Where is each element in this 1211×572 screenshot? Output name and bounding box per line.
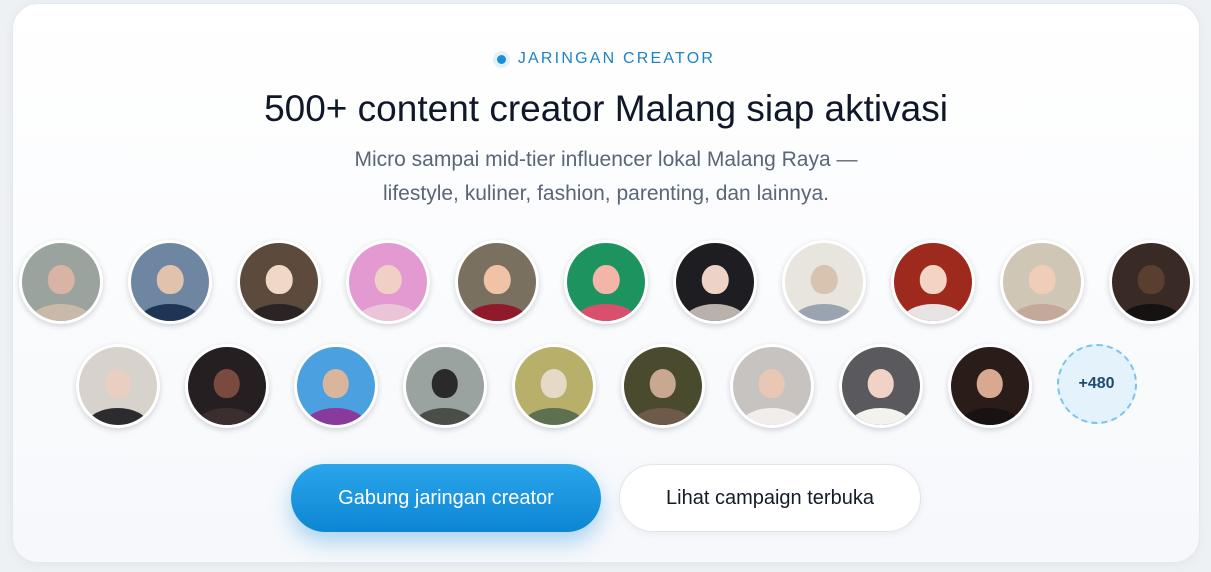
cta-group: Gabung jaringan creator Lihat campaign t…	[13, 464, 1199, 532]
creator-avatar[interactable]	[729, 344, 814, 428]
avatar-body	[684, 303, 746, 321]
subtitle-line-2: lifestyle, kuliner, fashion, parenting, …	[383, 182, 829, 205]
avatar-face	[758, 368, 785, 399]
creator-avatar[interactable]	[564, 240, 648, 324]
avatar-face	[976, 368, 1003, 399]
creator-avatar[interactable]	[838, 344, 923, 428]
avatar-body	[632, 407, 693, 425]
creator-avatar[interactable]	[237, 240, 321, 324]
creator-avatar[interactable]	[455, 240, 539, 324]
creator-avatar[interactable]	[293, 344, 378, 428]
avatar-face	[701, 264, 729, 295]
creator-avatar[interactable]	[673, 240, 757, 324]
avatar-body	[305, 407, 366, 425]
avatar-face	[322, 368, 349, 399]
creator-avatar[interactable]	[346, 240, 430, 324]
subtitle-line-1: Micro sampai mid-tier influencer lokal M…	[354, 148, 858, 171]
avatar-body	[959, 407, 1020, 425]
avatar-body	[793, 303, 855, 321]
avatar-body	[466, 303, 528, 321]
avatar-body	[902, 303, 964, 321]
creator-avatars-row-1	[13, 240, 1199, 324]
creator-avatar[interactable]	[1109, 240, 1193, 324]
avatar-body	[523, 407, 584, 425]
avatar-face	[431, 368, 458, 399]
avatar-face	[540, 368, 567, 399]
creator-avatar[interactable]	[75, 344, 160, 428]
more-creators-badge[interactable]: +480	[1056, 344, 1137, 424]
section-subtitle: Micro sampai mid-tier influencer lokal M…	[13, 143, 1199, 211]
avatar-face	[1137, 264, 1165, 295]
avatar-body	[414, 407, 475, 425]
avatar-face	[919, 264, 947, 295]
creator-avatar[interactable]	[19, 240, 103, 324]
avatar-body	[196, 407, 257, 425]
creator-avatar[interactable]	[511, 344, 596, 428]
creator-avatar[interactable]	[184, 344, 269, 428]
avatar-face	[867, 368, 894, 399]
creator-avatar[interactable]	[891, 240, 975, 324]
creator-avatar[interactable]	[947, 344, 1032, 428]
join-creator-network-button[interactable]: Gabung jaringan creator	[291, 464, 601, 532]
avatar-face	[1028, 264, 1056, 295]
creator-avatar[interactable]	[620, 344, 705, 428]
eyebrow-dot-icon	[496, 54, 506, 64]
avatar-face	[592, 264, 620, 295]
creator-avatar[interactable]	[1000, 240, 1084, 324]
avatar-body	[139, 303, 201, 321]
avatar-face	[649, 368, 676, 399]
creator-avatars-row-2: +480	[13, 344, 1199, 428]
avatar-body	[1011, 303, 1073, 321]
avatar-body	[850, 407, 911, 425]
avatar-face	[374, 264, 402, 295]
avatar-face	[104, 368, 131, 399]
view-open-campaigns-button[interactable]: Lihat campaign terbuka	[619, 464, 921, 532]
section-title: 500+ content creator Malang siap aktivas…	[264, 88, 948, 129]
avatar-face	[156, 264, 184, 295]
avatar-face	[47, 264, 75, 295]
creator-avatar[interactable]	[128, 240, 212, 324]
creator-avatar[interactable]	[782, 240, 866, 324]
avatar-body	[1120, 303, 1182, 321]
avatar-body	[357, 303, 419, 321]
avatar-body	[741, 407, 802, 425]
avatar-body	[30, 303, 92, 321]
avatar-face	[213, 368, 240, 399]
avatar-face	[265, 264, 293, 295]
creator-network-card: JARINGAN CREATOR 500+ content creator Ma…	[12, 3, 1200, 563]
section-eyebrow: JARINGAN CREATOR	[13, 50, 1199, 68]
avatar-face	[483, 264, 511, 295]
avatar-body	[575, 303, 637, 321]
eyebrow-label: JARINGAN CREATOR	[517, 50, 716, 67]
avatar-face	[810, 264, 838, 295]
avatar-body	[248, 303, 310, 321]
creator-avatar[interactable]	[402, 344, 487, 428]
avatar-body	[87, 407, 148, 425]
